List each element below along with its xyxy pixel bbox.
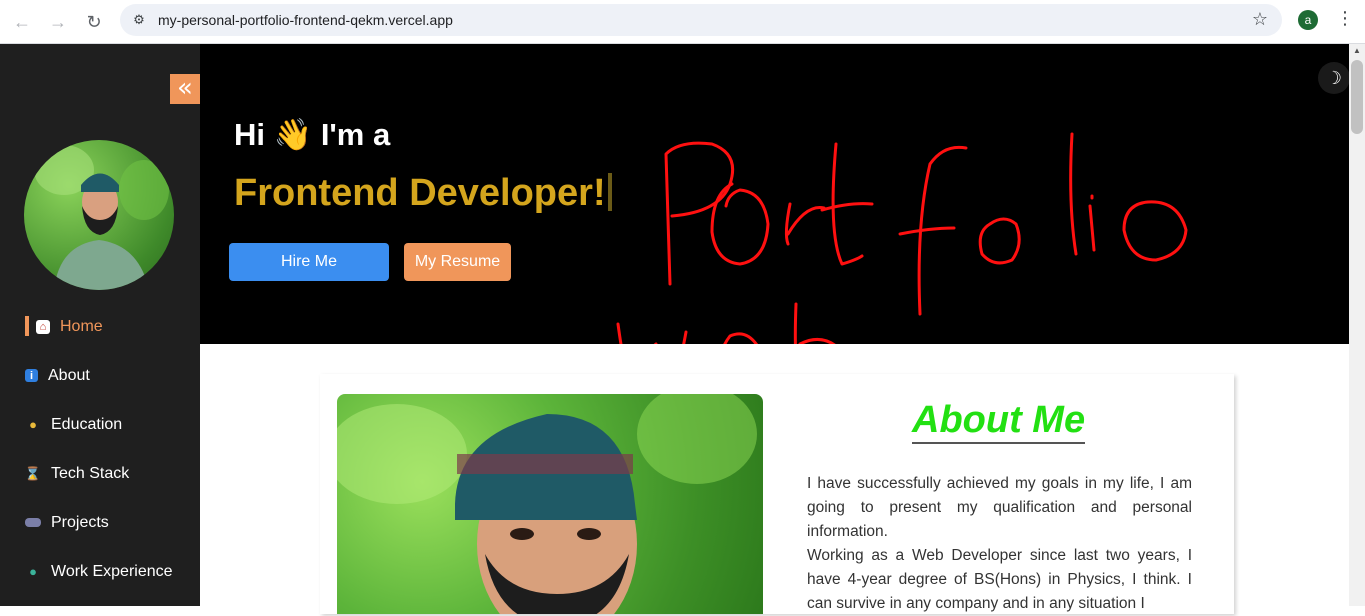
sidebar: « ⌂ Home i About ● Education ⌛ Tech Stac… xyxy=(0,44,200,606)
scroll-thumb[interactable] xyxy=(1351,60,1363,134)
student-icon: ● xyxy=(29,417,37,432)
kebab-menu-icon[interactable]: ⋮ xyxy=(1336,8,1354,29)
hero-role-typewriter: Frontend Developer! xyxy=(234,172,612,215)
hourglass-icon: ⌛ xyxy=(24,465,42,481)
reload-icon[interactable]: ↻ xyxy=(76,4,112,40)
my-resume-button[interactable]: My Resume xyxy=(404,243,511,281)
red-handwritten-scribble xyxy=(616,132,1188,344)
url-text[interactable]: my-personal-portfolio-frontend-qekm.verc… xyxy=(158,12,453,28)
about-paragraph: Working as a Web Developer since last tw… xyxy=(807,547,1192,612)
house-icon: ⌂ xyxy=(36,319,50,334)
back-arrow-icon[interactable]: ← xyxy=(4,4,40,40)
hire-me-button[interactable]: Hire Me xyxy=(229,243,389,281)
page-scrollbar[interactable]: ▲ xyxy=(1349,44,1365,606)
about-photo xyxy=(337,394,763,614)
scroll-up-arrow-icon[interactable]: ▲ xyxy=(1353,46,1361,55)
dark-mode-toggle[interactable]: ☽ xyxy=(1318,62,1350,94)
sidebar-item-projects[interactable]: Projects xyxy=(0,498,200,547)
sidebar-nav: ⌂ Home i About ● Education ⌛ Tech Stack … xyxy=(0,302,200,596)
about-heading: About Me xyxy=(912,398,1086,444)
sidebar-item-label: Education xyxy=(51,415,123,433)
sidebar-item-about[interactable]: i About xyxy=(0,351,200,400)
sidebar-item-work-experience[interactable]: ● Work Experience xyxy=(0,547,200,596)
active-indicator xyxy=(25,316,29,336)
hero-role-text: Frontend Developer! xyxy=(234,172,606,214)
sidebar-item-label: Tech Stack xyxy=(51,464,130,482)
forward-arrow-icon[interactable]: → xyxy=(40,4,76,40)
hero-greeting: Hi 👋 I'm a xyxy=(234,117,391,152)
worker-icon: ● xyxy=(29,564,37,579)
sidebar-item-label: Home xyxy=(60,317,103,335)
sidebar-item-education[interactable]: ● Education xyxy=(0,400,200,449)
about-paragraph: I have successfully achieved my goals in… xyxy=(807,475,1192,540)
moon-icon: ☽ xyxy=(1325,67,1343,88)
hero-section: Hi 👋 I'm a Frontend Developer! Hire Me M… xyxy=(200,44,1349,344)
address-bar[interactable]: ⚙ my-personal-portfolio-frontend-qekm.ve… xyxy=(120,4,1282,36)
collapse-sidebar-button[interactable]: « xyxy=(170,74,200,104)
sidebar-item-home[interactable]: ⌂ Home xyxy=(0,302,200,351)
controller-icon xyxy=(25,518,41,527)
sidebar-item-label: Projects xyxy=(51,513,109,531)
info-icon: i xyxy=(25,369,38,382)
profile-avatar[interactable]: a xyxy=(1298,10,1318,30)
profile-photo xyxy=(24,140,174,290)
star-icon[interactable]: ☆ xyxy=(1252,9,1268,30)
sidebar-item-label: Work Experience xyxy=(51,562,173,580)
about-body: I have successfully achieved my goals in… xyxy=(807,472,1192,616)
tune-icon[interactable]: ⚙ xyxy=(128,9,150,31)
sidebar-item-label: About xyxy=(48,366,90,384)
sidebar-item-tech-stack[interactable]: ⌛ Tech Stack xyxy=(0,449,200,498)
browser-toolbar: ← → ↻ ⚙ my-personal-portfolio-frontend-q… xyxy=(0,0,1365,44)
